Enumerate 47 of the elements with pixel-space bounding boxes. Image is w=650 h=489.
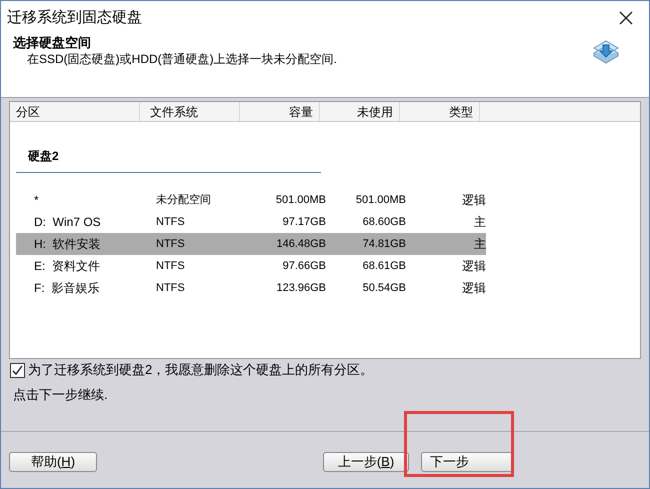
table-cell-text: 146.48GB bbox=[275, 236, 326, 252]
window-title: 迁移系统到固态硬盘 bbox=[7, 8, 142, 28]
table-cell-text: 未分配空间 bbox=[155, 192, 212, 208]
table-cell-text: NTFS bbox=[155, 258, 186, 274]
column-header[interactable]: 未使用 bbox=[320, 102, 400, 121]
table-cell-text: * bbox=[33, 192, 40, 209]
checkbox[interactable] bbox=[10, 362, 25, 378]
table-cell-text: 68.60GB bbox=[362, 214, 406, 230]
help-button[interactable]: 帮助(H) bbox=[9, 452, 97, 472]
checkbox-label: 为了迁移系统到硬盘2，我愿意删除这个硬盘上的所有分区。 bbox=[28, 361, 374, 380]
table-cell-text: 74.81GB bbox=[362, 236, 406, 252]
partition-row[interactable]: H: 软件安装 NTFS 146.48GB 74.81GB 主 bbox=[16, 233, 486, 255]
column-header[interactable]: 文件系统 bbox=[140, 102, 240, 121]
table-cell-text: 68.61GB bbox=[362, 258, 406, 274]
hint-text: 点击下一步继续. bbox=[13, 386, 109, 404]
table-cell-text: NTFS bbox=[155, 236, 186, 252]
partition-row[interactable]: F: 影音娱乐 NTFS 123.96GB 50.54GB 逻辑 bbox=[16, 277, 486, 299]
table-cell-text: 501.00MB bbox=[274, 192, 326, 208]
partition-row[interactable]: * 未分配空间 501.00MB 501.00MB 逻辑 bbox=[16, 189, 486, 211]
table-cell-text: 50.54GB bbox=[362, 280, 406, 296]
check-icon bbox=[12, 364, 23, 376]
table-cell-text: 501.00MB bbox=[354, 192, 406, 208]
step-title: 选择硬盘空间 bbox=[13, 35, 92, 51]
table-cell-text: 主 bbox=[473, 236, 486, 253]
table-cell-text: NTFS bbox=[155, 280, 186, 296]
table-cell-text: F: 影音娱乐 bbox=[33, 280, 100, 297]
column-header[interactable]: 类型 bbox=[400, 102, 480, 121]
close-icon[interactable] bbox=[619, 11, 633, 25]
partition-row[interactable]: D: Win7 OS NTFS 97.17GB 68.60GB 主 bbox=[16, 211, 486, 233]
table-cell-text: NTFS bbox=[155, 214, 186, 230]
table-cell-text: 主 bbox=[473, 214, 486, 231]
table-cell-text: D: Win7 OS bbox=[33, 214, 102, 231]
step-description: 在SSD(固态硬盘)或HDD(普通硬盘)上选择一块未分配空间. bbox=[26, 51, 337, 67]
column-header[interactable]: 分区 bbox=[10, 102, 140, 121]
partition-row[interactable]: E: 资料文件 NTFS 97.66GB 68.61GB 逻辑 bbox=[16, 255, 486, 277]
table-cell-text: H: 软件安装 bbox=[33, 236, 102, 253]
table-cell-text: 逻辑 bbox=[461, 280, 486, 297]
table-cell-text: 逻辑 bbox=[461, 192, 486, 209]
back-button[interactable]: 上一步(B) bbox=[323, 452, 409, 472]
table-cell-text: 123.96GB bbox=[275, 280, 326, 296]
table-cell-text: 97.17GB bbox=[282, 214, 326, 230]
table-cell-text: 97.66GB bbox=[282, 258, 326, 274]
column-header[interactable]: 容量 bbox=[240, 102, 320, 121]
table-cell-text: E: 资料文件 bbox=[33, 258, 102, 275]
disk-label: 硬盘2 bbox=[28, 149, 59, 163]
table-cell-text: 逻辑 bbox=[461, 258, 486, 275]
next-button[interactable]: 下一步 bbox=[421, 452, 513, 472]
